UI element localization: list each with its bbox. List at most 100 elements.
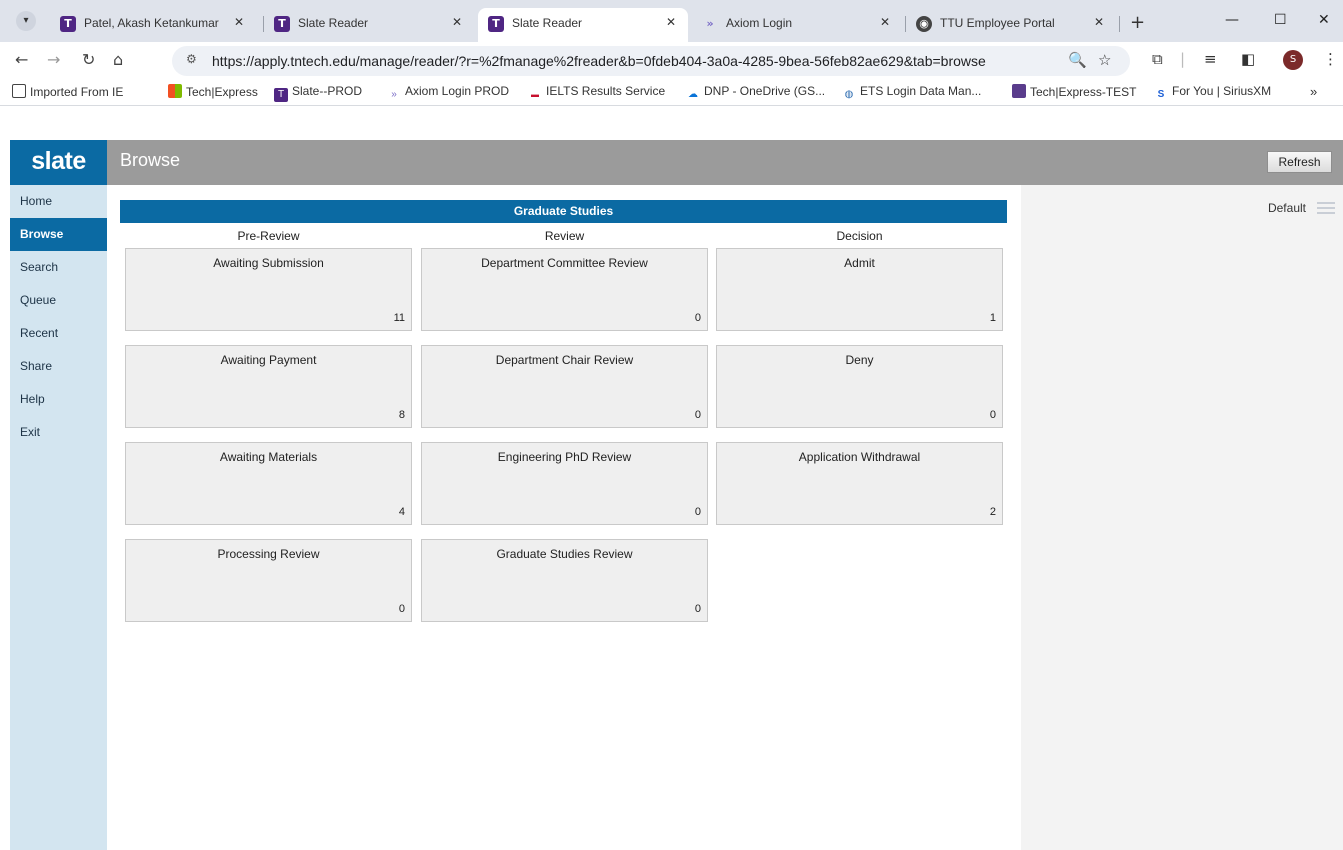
home-icon[interactable]: ⌂ bbox=[113, 50, 123, 69]
bookmark-tech-express-test[interactable]: Tech|Express-TEST bbox=[1012, 84, 1136, 99]
reading-list-icon[interactable]: ≡ bbox=[1204, 50, 1217, 68]
close-icon[interactable]: ✕ bbox=[234, 15, 244, 29]
bookmark-axiom-login-prod[interactable]: » Axiom Login PROD bbox=[387, 84, 509, 102]
column-heading-review: Review bbox=[544, 229, 585, 243]
tab-label: Slate Reader bbox=[512, 16, 583, 30]
onedrive-icon: ☁ bbox=[688, 89, 698, 100]
bin-title: Department Committee Review bbox=[481, 256, 648, 270]
bookmark-onedrive[interactable]: ☁ DNP - OneDrive (GS... bbox=[686, 84, 825, 102]
slate-logo[interactable]: slate bbox=[10, 140, 107, 185]
bin-card-deny[interactable]: Deny 0 bbox=[716, 345, 1003, 428]
tab-label: Patel, Akash Ketankumar bbox=[84, 16, 219, 30]
sidebar-item-share[interactable]: Share bbox=[10, 350, 107, 383]
bin-card-awaiting-materials[interactable]: Awaiting Materials 4 bbox=[125, 442, 412, 525]
sidebar-item-help[interactable]: Help bbox=[10, 383, 107, 416]
close-icon[interactable]: ✕ bbox=[666, 15, 676, 29]
site-info-icon[interactable]: ⚙ bbox=[186, 52, 197, 66]
bin-card-department-committee-review[interactable]: Department Committee Review 0 bbox=[421, 248, 708, 331]
column-heading-pre-review: Pre-Review bbox=[237, 229, 300, 243]
bin-title: Application Withdrawal bbox=[798, 450, 921, 464]
profile-avatar[interactable]: S bbox=[1283, 50, 1303, 70]
zoom-icon[interactable]: 🔍 bbox=[1068, 51, 1087, 69]
bookmark-ielts[interactable]: ▬ IELTS Results Service bbox=[528, 84, 665, 102]
bin-card-processing-review[interactable]: Processing Review 0 bbox=[125, 539, 412, 622]
bin-card-awaiting-submission[interactable]: Awaiting Submission 11 bbox=[125, 248, 412, 331]
tab-divider bbox=[1119, 16, 1120, 32]
column-heading-decision: Decision bbox=[836, 229, 883, 243]
view-selector[interactable]: Default bbox=[1268, 201, 1306, 215]
bookmark-ets-login[interactable]: ◍ ETS Login Data Man... bbox=[842, 84, 982, 102]
new-tab-plus-icon[interactable]: + bbox=[1130, 12, 1145, 33]
siriusxm-icon: S bbox=[1157, 89, 1165, 100]
browser-tab-4[interactable]: » Axiom Login ✕ bbox=[692, 8, 902, 42]
refresh-button[interactable]: Refresh bbox=[1267, 151, 1332, 173]
globe-icon: ◉ bbox=[916, 16, 932, 32]
bin-card-department-chair-review[interactable]: Department Chair Review 0 bbox=[421, 345, 708, 428]
close-icon[interactable]: ✕ bbox=[1094, 15, 1104, 29]
bin-card-graduate-studies-review[interactable]: Graduate Studies Review 0 bbox=[421, 539, 708, 622]
close-icon[interactable]: ✕ bbox=[880, 15, 890, 29]
bin-count: 0 bbox=[694, 506, 701, 518]
sidebar-item-queue[interactable]: Queue bbox=[10, 284, 107, 317]
bin-count: 4 bbox=[398, 506, 405, 518]
ttu-t-icon: T bbox=[488, 16, 504, 32]
reload-icon[interactable]: ↻ bbox=[82, 50, 95, 69]
browser-tab-2[interactable]: T Slate Reader ✕ bbox=[264, 8, 474, 42]
ets-icon: ◍ bbox=[844, 89, 854, 100]
bin-card-awaiting-payment[interactable]: Awaiting Payment 8 bbox=[125, 345, 412, 428]
bookmark-tech-express[interactable]: Tech|Express bbox=[168, 84, 258, 99]
bin-card-engineering-phd-review[interactable]: Engineering PhD Review 0 bbox=[421, 442, 708, 525]
url-text[interactable]: https://apply.tntech.edu/manage/reader/?… bbox=[212, 53, 986, 69]
bin-count: 0 bbox=[398, 603, 405, 615]
bin-card-application-withdrawal[interactable]: Application Withdrawal 2 bbox=[716, 442, 1003, 525]
tab-label: TTU Employee Portal bbox=[940, 16, 1055, 30]
bin-count: 0 bbox=[694, 409, 701, 421]
bin-card-admit[interactable]: Admit 1 bbox=[716, 248, 1003, 331]
bookmark-imported-from-ie[interactable]: Imported From IE bbox=[12, 84, 123, 99]
bin-title: Engineering PhD Review bbox=[497, 450, 632, 464]
side-panel-icon[interactable]: ◧ bbox=[1241, 50, 1255, 68]
axiom-icon: » bbox=[391, 89, 397, 100]
ttu-t-icon: T bbox=[274, 16, 290, 32]
tab-strip: ▾ T Patel, Akash Ketankumar ✕ T Slate Re… bbox=[0, 0, 1343, 42]
browser-tab-1[interactable]: T Patel, Akash Ketankumar ✕ bbox=[50, 8, 256, 42]
browser-tab-5[interactable]: ◉ TTU Employee Portal ✕ bbox=[906, 8, 1116, 42]
window-close-icon[interactable]: ✕ bbox=[1318, 12, 1330, 28]
browser-toolbar: ← → ↻ ⌂ ⚙ https://apply.tntech.edu/manag… bbox=[0, 42, 1343, 78]
tab-search-chevron-icon[interactable]: ▾ bbox=[16, 11, 36, 31]
bin-count: 11 bbox=[393, 312, 405, 324]
bin-title: Graduate Studies Review bbox=[496, 547, 633, 561]
address-bar[interactable]: ⚙ https://apply.tntech.edu/manage/reader… bbox=[172, 46, 1130, 76]
sidebar-item-browse[interactable]: Browse bbox=[10, 218, 107, 251]
back-arrow-icon[interactable]: ← bbox=[15, 50, 28, 69]
bin-count: 8 bbox=[398, 409, 405, 421]
sliders-icon[interactable] bbox=[1317, 202, 1335, 216]
bookmark-slate-prod[interactable]: T Slate--PROD bbox=[274, 84, 362, 102]
minimize-icon[interactable]: — bbox=[1225, 12, 1239, 28]
close-icon[interactable]: ✕ bbox=[452, 15, 462, 29]
sidebar-item-exit[interactable]: Exit bbox=[10, 416, 107, 449]
sidebar-item-home[interactable]: Home bbox=[10, 185, 107, 218]
menu-kebab-icon[interactable]: ⋮ bbox=[1323, 50, 1338, 68]
bin-title: Awaiting Payment bbox=[220, 353, 317, 367]
sidebar-item-search[interactable]: Search bbox=[10, 251, 107, 284]
browse-board: Graduate Studies Pre-Review Review Decis… bbox=[120, 200, 1007, 622]
bin-count: 0 bbox=[694, 603, 701, 615]
ttu-t-icon: T bbox=[60, 16, 76, 32]
bookmark-star-icon[interactable]: ☆ bbox=[1098, 51, 1111, 69]
tab-label: Slate Reader bbox=[298, 16, 369, 30]
bookmark-siriusxm[interactable]: S For You | SiriusXM bbox=[1154, 84, 1272, 102]
browser-tab-3-active[interactable]: T Slate Reader ✕ bbox=[478, 8, 688, 42]
ttu-t-icon: T bbox=[274, 88, 288, 102]
sidebar-item-recent[interactable]: Recent bbox=[10, 317, 107, 350]
maximize-icon[interactable]: ☐ bbox=[1274, 12, 1287, 28]
bin-title: Awaiting Materials bbox=[219, 450, 318, 464]
extensions-icon[interactable]: ⧉ bbox=[1152, 50, 1163, 68]
bin-title: Department Chair Review bbox=[495, 353, 634, 367]
bin-title: Admit bbox=[844, 256, 875, 270]
forward-arrow-icon[interactable]: → bbox=[47, 50, 60, 69]
toolbar-divider: | bbox=[1180, 50, 1186, 68]
bin-title: Processing Review bbox=[217, 547, 320, 561]
bookmarks-overflow-icon[interactable]: » bbox=[1310, 84, 1317, 99]
bin-title: Deny bbox=[845, 353, 874, 367]
